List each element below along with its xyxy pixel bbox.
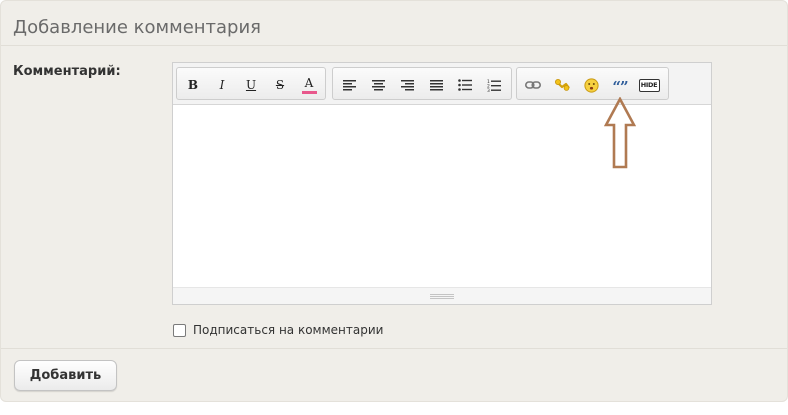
subscribe-label[interactable]: Подписаться на комментарии (193, 323, 383, 337)
bold-button[interactable]: B (182, 75, 204, 95)
title-divider (1, 45, 787, 46)
strikethrough-button[interactable]: S (269, 75, 291, 95)
align-center-icon (371, 79, 385, 90)
align-left-icon (342, 79, 356, 90)
numbered-list-button[interactable]: 123 (483, 75, 505, 95)
align-center-button[interactable] (367, 75, 389, 95)
bullet-list-button[interactable] (454, 75, 476, 95)
font-color-swatch (301, 90, 317, 94)
resize-handle[interactable] (430, 294, 454, 299)
up-arrow-icon (604, 97, 636, 169)
quote-button[interactable]: “” (609, 75, 631, 95)
link-icon (525, 81, 541, 89)
numbered-list-icon: 123 (487, 79, 501, 92)
link-button[interactable] (522, 75, 544, 95)
panel-title: Добавление комментария (13, 17, 262, 38)
strikethrough-icon: S (275, 78, 285, 92)
toolbar-group-insert: “” HIDE (516, 67, 669, 100)
align-justify-icon (429, 79, 443, 90)
align-left-button[interactable] (338, 75, 360, 95)
hide-icon-text: HIDE (640, 81, 658, 89)
subscribe-checkbox[interactable] (173, 323, 186, 337)
smiley-icon (583, 77, 599, 93)
underline-icon: U (245, 78, 257, 92)
toolbar-group-align: 123 (332, 67, 512, 100)
bold-icon: B (187, 78, 199, 92)
align-justify-button[interactable] (425, 75, 447, 95)
underline-button[interactable]: U (240, 75, 262, 95)
italic-button[interactable]: I (211, 75, 233, 95)
font-color-icon: A (304, 75, 314, 90)
hide-icon: HIDE (638, 78, 660, 92)
italic-icon: I (219, 78, 225, 92)
font-color-button[interactable]: A (298, 75, 320, 95)
smiley-button[interactable] (580, 75, 602, 95)
editor-status-bar (173, 287, 711, 304)
hide-button[interactable]: HIDE (638, 75, 660, 95)
quote-icon: “” (612, 78, 628, 96)
bottom-divider (1, 348, 787, 349)
comment-label: Комментарий: (13, 64, 121, 79)
align-right-icon (400, 79, 414, 90)
image-button[interactable] (551, 75, 573, 95)
image-icon (555, 79, 570, 91)
align-right-button[interactable] (396, 75, 418, 95)
subscribe-row[interactable]: Подписаться на комментарии (173, 321, 383, 339)
comment-panel: Добавление комментария Комментарий: B I … (0, 0, 788, 402)
toolbar-group-format: B I U S A (176, 67, 326, 100)
add-comment-button[interactable]: Добавить (14, 360, 117, 391)
svg-text:3: 3 (487, 88, 490, 92)
bullet-list-icon (458, 79, 472, 91)
